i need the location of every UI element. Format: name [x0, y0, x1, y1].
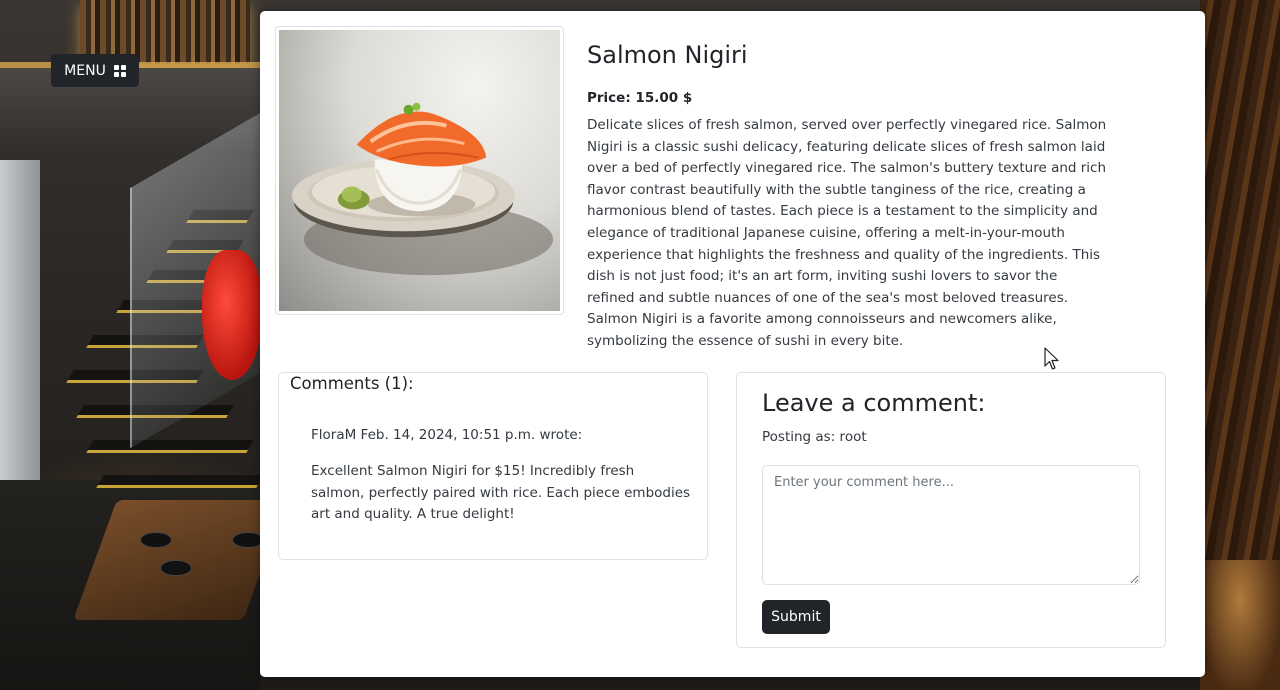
stair-step [96, 475, 264, 488]
lounge-seat [1200, 560, 1280, 690]
table-plate [160, 560, 192, 576]
submit-button[interactable]: Submit [762, 600, 830, 634]
leave-comment-heading: Leave a comment: [762, 389, 986, 417]
table-plate [140, 532, 172, 548]
comment-author-meta: FloraM Feb. 14, 2024, 10:51 p.m. wrote: [311, 427, 583, 443]
product-card: Salmon Nigiri Price: 15.00 $ Delicate sl… [260, 11, 1205, 677]
product-image [279, 30, 560, 311]
menu-label: MENU [64, 62, 106, 79]
mouse-pointer-icon [1044, 347, 1059, 370]
posting-as-label: Posting as: root [762, 429, 867, 445]
comment-textarea[interactable] [762, 465, 1140, 585]
comments-panel: Comments (1): FloraM Feb. 14, 2024, 10:5… [278, 372, 708, 560]
grid-icon [113, 64, 126, 77]
product-image-frame [275, 26, 564, 315]
leave-comment-panel: Leave a comment: Posting as: root Submit [736, 372, 1166, 648]
background-pillar [0, 160, 40, 490]
red-lantern [202, 250, 262, 380]
stair-step [86, 440, 254, 453]
comments-heading: Comments (1): [290, 374, 414, 393]
product-title: Salmon Nigiri [587, 41, 748, 69]
salmon-nigiri-illustration [291, 102, 554, 276]
menu-button[interactable]: MENU [51, 54, 139, 87]
comment-body: Excellent Salmon Nigiri for $15! Incredi… [311, 463, 691, 523]
product-description: Delicate slices of fresh salmon, served … [587, 117, 1107, 349]
product-price: Price: 15.00 $ [587, 90, 693, 106]
